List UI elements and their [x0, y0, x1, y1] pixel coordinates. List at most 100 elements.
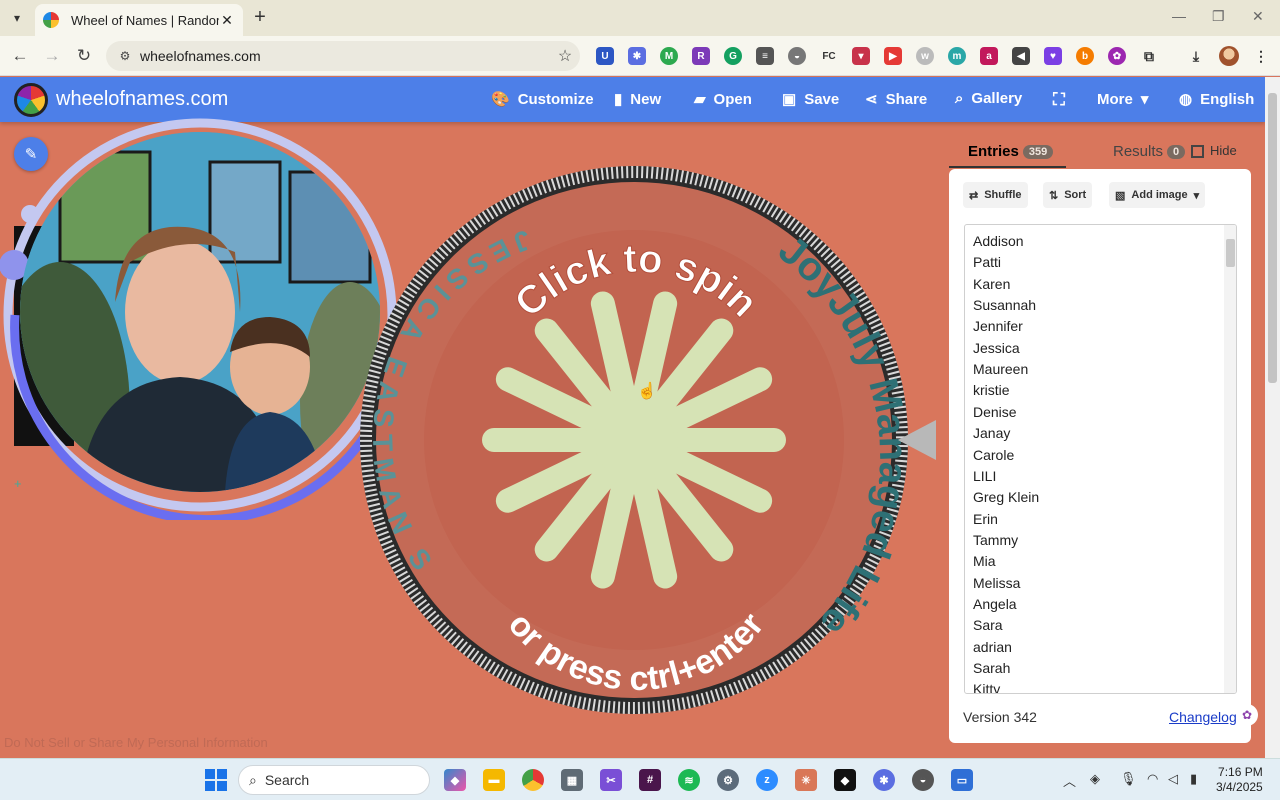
entry-item[interactable]: Kitty [973, 681, 1000, 693]
page-scrollbar-thumb[interactable] [1268, 93, 1277, 383]
entry-item[interactable]: Addison [973, 233, 1024, 249]
extension-youtube-icon[interactable]: ▶ [884, 47, 902, 65]
reload-icon[interactable]: ↻ [72, 44, 96, 68]
window-close-icon[interactable]: ✕ [1252, 8, 1264, 25]
entry-item[interactable]: Susannah [973, 297, 1036, 313]
entry-item[interactable]: Mia [973, 553, 996, 569]
extension-list-icon[interactable]: ≡ [756, 47, 774, 65]
extension-asterisk-icon[interactable]: ✱ [628, 47, 646, 65]
customize-button[interactable]: 🎨 Customize [491, 90, 594, 109]
edit-pencil-button[interactable]: ✎ [14, 137, 48, 171]
windows-start-icon[interactable] [205, 769, 227, 791]
extension-a-icon[interactable]: a [980, 47, 998, 65]
restore-icon[interactable]: ❐ [1212, 8, 1225, 25]
entries-textarea[interactable]: Addison Patti Karen Susannah Jennifer Jessica… [964, 224, 1237, 694]
profile-avatar[interactable] [1219, 46, 1239, 66]
chrome-icon[interactable] [522, 769, 544, 791]
dropbox-icon[interactable]: ◈ [1090, 771, 1100, 787]
tray-chevron-icon[interactable]: ︿ [1063, 771, 1076, 790]
fullscreen-icon[interactable]: ⛶ [1053, 90, 1065, 110]
new-tab-plus-icon[interactable]: + [250, 6, 270, 29]
tab-results[interactable]: Results 0 [1113, 143, 1186, 160]
entry-item[interactable]: kristie [973, 382, 1010, 398]
snipping-tool-icon[interactable]: ✂ [600, 769, 622, 791]
entry-item[interactable]: Melissa [973, 575, 1020, 591]
extension-cup-icon[interactable]: ▾ [852, 47, 870, 65]
minimize-icon[interactable]: — [1172, 8, 1186, 24]
calculator-icon[interactable]: ▦ [561, 769, 583, 791]
file-explorer-icon[interactable]: ▬ [483, 769, 505, 791]
entry-item[interactable]: Carole [973, 447, 1014, 463]
language-button[interactable]: ◍ English [1179, 90, 1254, 109]
site-name[interactable]: wheelofnames.com [56, 88, 228, 111]
entries-scrollbar[interactable] [1224, 225, 1236, 693]
entry-item[interactable]: Sarah [973, 660, 1010, 676]
slack-icon[interactable]: # [639, 769, 661, 791]
shuffle-button[interactable]: ⇄ Shuffle [963, 182, 1028, 208]
zoom-icon[interactable]: z [756, 769, 778, 791]
bookmark-star-icon[interactable]: ☆ [550, 46, 580, 66]
entries-scrollbar-thumb[interactable] [1226, 239, 1235, 267]
extension-megaphone-icon[interactable]: ◀ [1012, 47, 1030, 65]
settings-gear-icon[interactable]: ⚙ [717, 769, 739, 791]
save-button[interactable]: ▣ Save [782, 90, 839, 109]
changelog-link[interactable]: Changelog [1169, 709, 1237, 725]
extension-shield-icon[interactable]: U [596, 47, 614, 65]
entry-item[interactable]: Maureen [973, 361, 1028, 377]
tab-close-icon[interactable]: ✕ [219, 12, 235, 29]
entry-item[interactable]: Jessica [973, 340, 1020, 356]
entry-item[interactable]: Denise [973, 404, 1017, 420]
entry-item[interactable]: Erin [973, 511, 998, 527]
wifi-icon[interactable]: ◠ [1147, 771, 1158, 787]
open-button[interactable]: ▰ Open [694, 90, 752, 109]
entry-item[interactable]: Karen [973, 276, 1010, 292]
more-button[interactable]: More ▾ [1097, 90, 1148, 109]
copilot-icon[interactable]: ◆ [444, 769, 466, 791]
taskbar-search[interactable]: ⌕ Search [238, 765, 430, 795]
extension-circle-icon[interactable]: ◒ [788, 47, 806, 65]
tab-entries[interactable]: Entries 359 [968, 143, 1054, 160]
hide-checkbox[interactable] [1191, 145, 1204, 159]
spotify-icon[interactable]: ≋ [678, 769, 700, 791]
brain-extension-icon[interactable]: ✿ [1236, 704, 1258, 726]
asterisk-app-icon[interactable]: ✱ [873, 769, 895, 791]
browser-tab[interactable]: Wheel of Names | Random nam ✕ [35, 4, 243, 36]
extension-b-icon[interactable]: b [1076, 47, 1094, 65]
share-button[interactable]: ⋖ Share [865, 90, 927, 109]
site-info-icon[interactable]: ⚙ [110, 49, 140, 63]
entry-item[interactable]: LILI [973, 468, 996, 484]
page-scrollbar[interactable] [1265, 77, 1280, 758]
entry-item[interactable]: Tammy [973, 532, 1018, 548]
spin-wheel[interactable]: JoyJuly Managed Life JESSICA EASTMAN STE… [356, 160, 912, 720]
hide-toggle[interactable]: Hide [1191, 143, 1237, 159]
extension-grammarly-icon[interactable]: G [724, 47, 742, 65]
chat-app-icon[interactable]: ▭ [951, 769, 973, 791]
entry-item[interactable]: adrian [973, 639, 1012, 655]
extension-r-icon[interactable]: R [692, 47, 710, 65]
entry-item[interactable]: Jennifer [973, 318, 1023, 334]
entry-item[interactable]: Patti [973, 254, 1001, 270]
new-button[interactable]: ▮ New [614, 90, 661, 109]
menu-dots-icon[interactable]: ⋮ [1252, 47, 1270, 65]
download-icon[interactable]: ⤓ [1187, 47, 1205, 65]
battery-icon[interactable]: ▮ [1190, 771, 1197, 787]
gallery-button[interactable]: ⌕ Gallery [955, 90, 1022, 107]
sort-button[interactable]: ⇅ Sort [1043, 182, 1093, 208]
extension-brain-icon[interactable]: ✿ [1108, 47, 1126, 65]
obs-icon[interactable]: ◒ [912, 769, 934, 791]
entry-item[interactable]: Greg Klein [973, 489, 1039, 505]
microphone-icon[interactable]: 🎙 [1120, 771, 1137, 787]
extension-fc-icon[interactable]: FC [820, 47, 838, 65]
capcut-icon[interactable]: ◆ [834, 769, 856, 791]
entry-item[interactable]: Janay [973, 425, 1010, 441]
tab-search-chevron-down-icon[interactable]: ▾ [6, 7, 28, 29]
taskbar-clock[interactable]: 7:16 PM 3/4/2025 [1216, 765, 1263, 795]
do-not-sell-link[interactable]: Do Not Sell or Share My Personal Informa… [4, 735, 268, 750]
extension-m2-icon[interactable]: m [948, 47, 966, 65]
entry-item[interactable]: Sara [973, 617, 1003, 633]
entry-item[interactable]: Angela [973, 596, 1017, 612]
address-bar[interactable]: ⚙ wheelofnames.com ☆ [106, 41, 580, 71]
add-image-button[interactable]: ▧ Add image ▾ [1109, 182, 1206, 208]
forward-icon[interactable]: → [40, 44, 64, 68]
back-icon[interactable]: ← [8, 44, 32, 68]
